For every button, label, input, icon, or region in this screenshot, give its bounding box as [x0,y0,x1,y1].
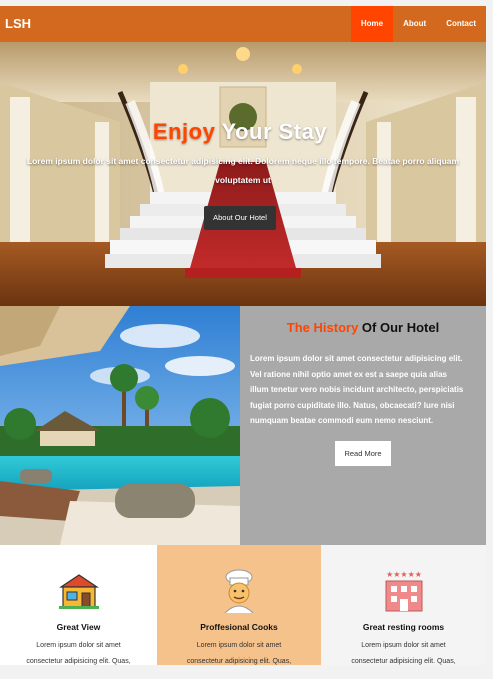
feature-text-line2: consectetur adipisicing elit. Quas, [186,658,292,665]
feature-title: Great resting rooms [362,622,445,632]
history-line: numquam beatae commodi eum nemo nesciunt… [250,416,434,425]
about-hotel-button[interactable]: About Our Hotel [204,206,276,230]
feature-text-line1: Lorem ipsum dolor sit amet [361,642,446,649]
house-icon [58,574,99,609]
feature-text: Lorem ipsum dolor sit amet consectetur a… [157,638,321,665]
history-section: The History Of Our Hotel Lorem ipsum dol… [0,306,486,545]
history-line: fugiat porro cupiditate illo. Natus, obc… [250,400,455,410]
history-line: illum tenetur vero nobis incidunt archit… [250,385,464,394]
nav-link-about[interactable]: About [393,6,436,42]
hero-title: Enjoy Your Stay [0,119,480,145]
read-more-button[interactable]: Read More [335,441,391,466]
history-title-accent: The History [286,320,359,335]
feature-text-line1: Lorem ipsum dolor sit amet [36,642,121,649]
features-section: Great View Lorem ipsum dolor sit amet co… [0,545,486,665]
feature-title: Great View [56,622,101,632]
feature-text-line2: consectetur adipisicing elit. Quas, [351,658,456,665]
feature-title: Proffesional Cooks [200,622,278,632]
cook-icon [224,569,254,613]
nav-links: Home About Contact [350,6,486,42]
history-title-rest: Of Our Hotel [361,320,440,335]
pool-image [0,306,240,545]
page: LSH Home About Contact Enjoy Your Stay L… [0,6,486,665]
history-line: Lorem ipsum dolor sit amet consectetur a… [250,354,463,363]
feature-card-cooks: Proffesional Cooks Lorem ipsum dolor sit… [157,545,321,665]
nav-link-home[interactable]: Home [350,6,394,42]
hero-description-line1: Lorem ipsum dolor sit amet consectetur a… [26,156,460,166]
history-panel: The History Of Our Hotel Lorem ipsum dol… [240,306,486,545]
feature-text-line1: Lorem ipsum dolor sit amet [196,642,282,649]
history-title: The History Of Our Hotel [240,320,486,335]
feature-text: Lorem ipsum dolor sit amet consectetur a… [0,638,157,665]
hotel-icon: ★★★★★ [385,570,422,612]
feature-text: Lorem ipsum dolor sit amet consectetur a… [321,638,486,665]
feature-card-rooms: ★★★★★ Great resting rooms Lorem ipsum do… [321,545,486,665]
nav-link-contact[interactable]: Contact [436,6,486,42]
brand-logo[interactable]: LSH [5,16,31,31]
svg-text:★★★★★: ★★★★★ [386,570,422,579]
feature-text-line2: consectetur adipisicing elit. Quas, [26,658,131,665]
hero-title-rest: Your Stay [221,119,328,144]
navbar: LSH Home About Contact [0,6,486,42]
hero-title-accent: Enjoy [152,119,216,144]
history-line: Vel ratione nihil optio amet ex est a sa… [250,369,447,379]
vertical-scrollbar[interactable] [486,0,493,679]
horizontal-scrollbar[interactable] [0,665,486,679]
hero-description: Lorem ipsum dolor sit amet consectetur a… [12,152,474,190]
hero-description-line2: voluptatem ut [215,175,271,185]
history-description: Lorem ipsum dolor sit amet consectetur a… [250,351,486,429]
feature-card-great-view: Great View Lorem ipsum dolor sit amet co… [0,545,157,665]
hero-section: Enjoy Your Stay Lorem ipsum dolor sit am… [0,42,486,306]
